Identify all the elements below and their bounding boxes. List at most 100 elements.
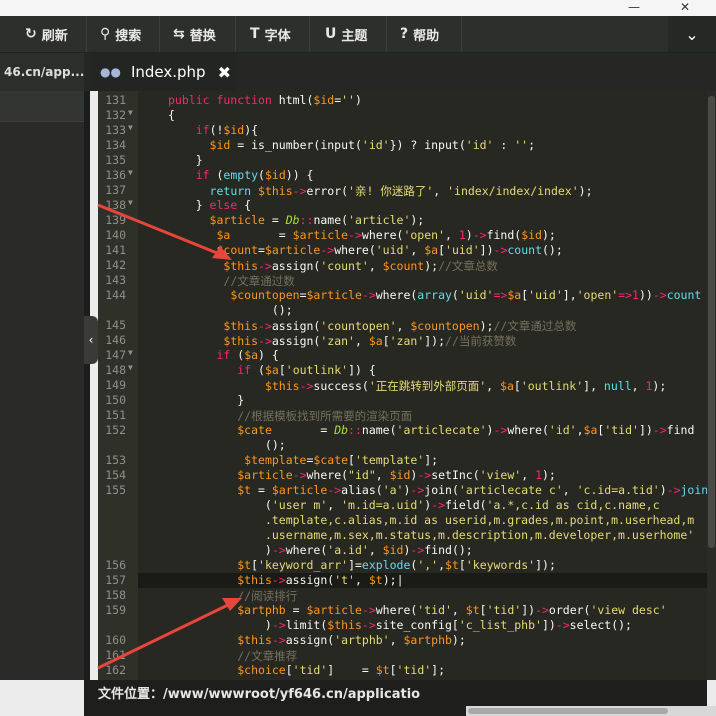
code-line[interactable]: 144 $countopen=$article->where(array('ui… xyxy=(98,288,707,303)
code-line[interactable]: 135 } xyxy=(98,153,707,168)
code-line[interactable]: ('user m', 'm.id=a.uid')->field('a.*,c.i… xyxy=(98,498,707,513)
code-line[interactable]: 159 $artphb = $article->where('tid', $t[… xyxy=(98,603,707,618)
theme-button[interactable]: U 主题 xyxy=(325,16,367,52)
replace-icon: ⇆ xyxy=(173,26,185,42)
code-line[interactable]: 149 $this->success('正在跳转到外部页面', $a['outl… xyxy=(98,378,707,393)
toolbar-divider xyxy=(309,16,310,52)
line-number: 153 xyxy=(105,453,126,467)
code-line[interactable]: 138 ▼ } else { xyxy=(98,198,707,213)
line-number: 162 xyxy=(105,663,126,677)
code-line[interactable]: 142 $this->assign('count', $count);//文章总… xyxy=(98,258,707,273)
code-line[interactable]: 154 $article->where("id", $id)->setInc('… xyxy=(98,468,707,483)
line-number: 152 xyxy=(105,423,126,437)
code-line[interactable]: .template,c.alias,m.id as userid,m.grade… xyxy=(98,513,707,528)
code-text: $this->assign('zan', $a['zan']);//当前获赞数 xyxy=(223,334,517,348)
help-button[interactable]: ? 帮助 xyxy=(400,16,439,52)
code-text: )->where('a.id', $id)->find(); xyxy=(168,543,473,557)
code-line[interactable]: 132 ▼ { xyxy=(98,108,707,123)
code-text: } xyxy=(168,393,245,407)
line-number: 156 xyxy=(105,558,126,572)
line-number: 139 xyxy=(105,213,126,227)
line-number: 134 xyxy=(105,138,126,152)
code-line[interactable]: 133 ▼ if(!$id){ xyxy=(98,123,707,138)
refresh-button[interactable]: ↻ 刷新 xyxy=(25,16,68,52)
code-text: //根据模板找到所需要的渲染页面 xyxy=(237,409,413,423)
code-line[interactable]: 152 $cate = Db::name('articlecate')->whe… xyxy=(98,423,707,438)
code-line[interactable]: 146 $this->assign('zan', $a['zan']);//当前… xyxy=(98,333,707,348)
code-line[interactable]: 150 } xyxy=(98,393,707,408)
code-text: $article = Db::name('article'); xyxy=(209,213,425,227)
code-text: return $this->error('亲! 你迷路了', 'index/in… xyxy=(209,184,593,198)
search-button[interactable]: ⚲ 搜索 xyxy=(100,16,141,52)
line-number: 135 xyxy=(105,153,126,167)
font-icon: T xyxy=(250,26,260,42)
code-line[interactable]: 143 //文章通过数 xyxy=(98,273,707,288)
code-line[interactable]: )->limit($this->site_config['c_list_phb'… xyxy=(98,618,707,633)
code-line[interactable]: 131 public function html($id='') xyxy=(98,93,707,108)
code-line[interactable]: 161 //文章推荐 xyxy=(98,648,707,663)
panel-splitter[interactable] xyxy=(84,91,90,680)
replace-button[interactable]: ⇆ 替换 xyxy=(173,16,216,52)
sidebar-divider xyxy=(0,121,84,122)
code-line[interactable]: )->where('a.id', $id)->find(); xyxy=(98,543,707,558)
code-editor[interactable]: 131 public function html($id='') 132 ▼{133 ▼… xyxy=(98,91,707,680)
line-number: 132 xyxy=(105,108,126,122)
code-text: if (empty($id)) { xyxy=(195,168,314,182)
sidebar-toggle-button[interactable]: ‹ xyxy=(84,316,98,364)
refresh-label: 刷新 xyxy=(41,28,68,44)
code-line[interactable]: 156 $t['keyword_arr']=explode(',',$t['ke… xyxy=(98,558,707,573)
code-line[interactable]: 155 $t = $article->alias('a')->join('art… xyxy=(98,483,707,498)
code-text: //阅读排行 xyxy=(237,589,298,603)
code-text: } xyxy=(168,153,203,167)
editor-scrollbar-thumb[interactable] xyxy=(708,96,715,548)
collapse-toolbar-button[interactable]: ⌄ xyxy=(668,16,716,52)
code-line[interactable]: 162 $choice['tid'] = $t['tid']; xyxy=(98,663,707,678)
fold-arrow-icon[interactable]: ▼ xyxy=(128,108,133,117)
code-line[interactable]: 147 ▼ if ($a) { xyxy=(98,348,707,363)
code-line[interactable]: 158 //阅读排行 xyxy=(98,588,707,603)
fold-arrow-icon[interactable]: ▼ xyxy=(128,363,133,372)
fold-arrow-icon[interactable]: ▼ xyxy=(128,168,133,177)
minimize-button[interactable]: — xyxy=(628,0,640,14)
code-line[interactable]: 139 $article = Db::name('article'); xyxy=(98,213,707,228)
help-label: 帮助 xyxy=(413,28,440,44)
code-line[interactable]: .username,m.sex,m.status,m.description,m… xyxy=(98,528,707,543)
code-line[interactable]: (); xyxy=(98,303,707,318)
fold-arrow-icon[interactable]: ▼ xyxy=(128,348,133,357)
code-text: } else { xyxy=(168,198,252,212)
code-line[interactable]: 140 $a = $article->where('open', 1)->fin… xyxy=(98,228,707,243)
tab-index-php[interactable]: ●● Index.php ✖ xyxy=(90,53,236,91)
window-close-button[interactable]: ✕ xyxy=(680,0,690,14)
code-line[interactable]: 145 $this->assign('countopen', $countope… xyxy=(98,318,707,333)
close-tab-icon[interactable]: ✖ xyxy=(218,63,231,82)
code-line[interactable]: 160 $this->assign('artphb', $artphb); xyxy=(98,633,707,648)
sidebar-selected-row[interactable] xyxy=(0,91,84,121)
fold-arrow-icon[interactable]: ▼ xyxy=(128,198,133,207)
code-line[interactable]: 137 return $this->error('亲! 你迷路了', 'inde… xyxy=(98,183,707,198)
tab-other-file[interactable]: 46.cn/app... xyxy=(0,53,84,91)
tab-label: Index.php xyxy=(130,63,206,81)
code-line[interactable]: 153 $template=$cate['template']; xyxy=(98,453,707,468)
horizontal-scrollbar[interactable] xyxy=(466,706,716,716)
code-line[interactable]: 151 //根据模板找到所需要的渲染页面 xyxy=(98,408,707,423)
file-location-label: 文件位置： xyxy=(98,687,164,702)
code-text: $this->success('正在跳转到外部页面', $a['outlink'… xyxy=(264,379,667,393)
code-text: $cate = Db::name('articlecate')->where('… xyxy=(237,423,695,437)
code-line[interactable]: 134 $id = is_number(input('id'}) ? input… xyxy=(98,138,707,153)
fold-arrow-icon[interactable]: ▼ xyxy=(128,123,133,132)
line-number: 136 xyxy=(105,168,126,182)
code-text: //文章通过数 xyxy=(223,274,295,288)
code-line[interactable]: 136 ▼ if (empty($id)) { xyxy=(98,168,707,183)
line-number: 154 xyxy=(105,468,126,482)
code-text: $choice['tid'] = $t['tid']; xyxy=(237,663,446,677)
toolbar-divider xyxy=(235,16,236,52)
code-text: $t = $article->alias('a')->join('article… xyxy=(237,483,707,497)
horizontal-scrollbar-thumb[interactable] xyxy=(468,708,668,714)
code-line[interactable]: 148 ▼ if ($a['outlink']) { xyxy=(98,363,707,378)
code-line[interactable]: 141 $count=$article->where('uid', $a['ui… xyxy=(98,243,707,258)
font-button[interactable]: T 字体 xyxy=(250,16,291,52)
help-icon: ? xyxy=(400,26,409,42)
code-line[interactable]: 157 $this->assign('t', $t);| xyxy=(98,573,707,588)
code-line[interactable]: (); xyxy=(98,438,707,453)
code-text: $this->assign('artphb', $artphb); xyxy=(237,633,466,647)
